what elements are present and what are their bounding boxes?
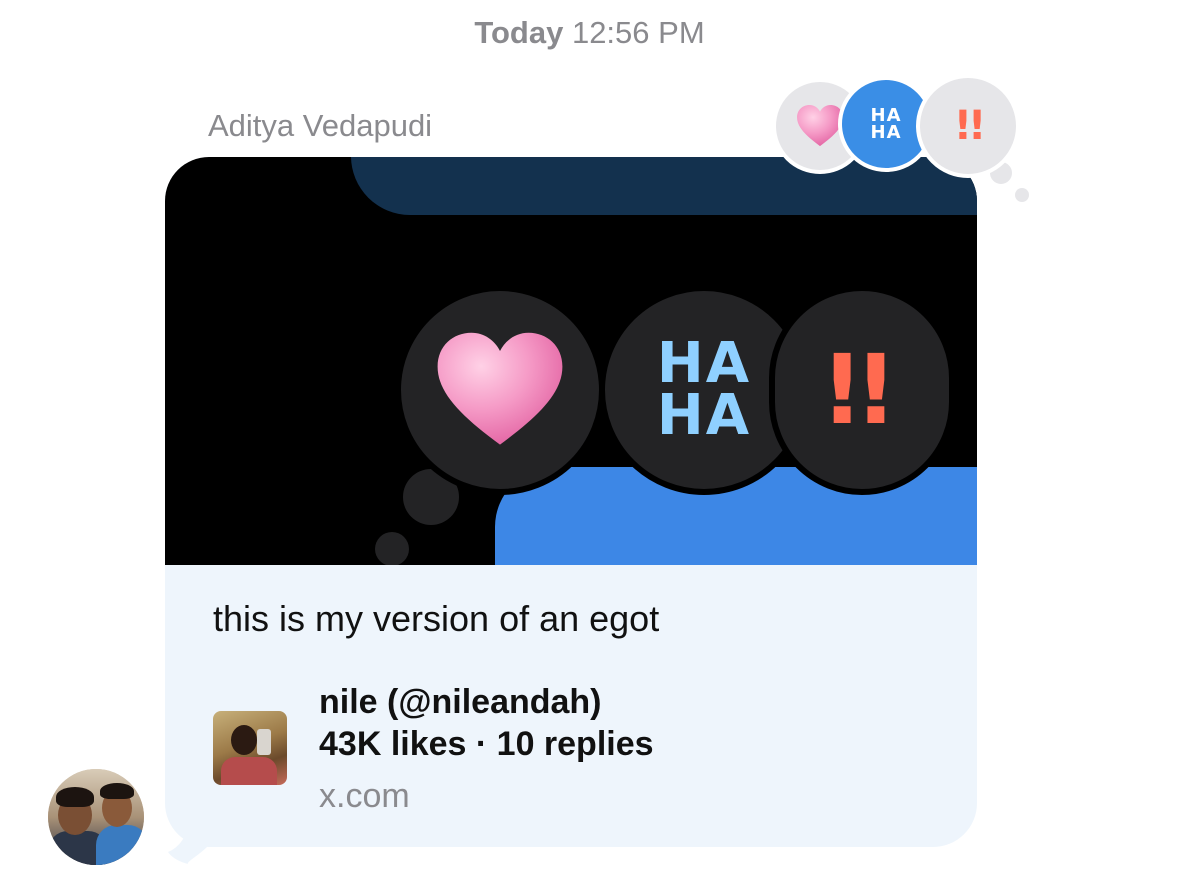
tapback-tail-dot-small <box>1015 188 1029 202</box>
heart-icon <box>437 332 563 445</box>
haha-icon: HA HA <box>656 336 752 448</box>
message-caption: this is my version of an egot <box>213 598 660 639</box>
tapback-reactions[interactable]: HA HA !! <box>772 74 1032 206</box>
messages-screen: Today 12:56 PM Aditya Vedapudi HA HA !! … <box>0 0 1179 872</box>
link-preview-image[interactable]: HA HA !! <box>165 157 977 565</box>
link-thumbnail <box>213 711 287 785</box>
thumb-phone <box>257 729 271 755</box>
double-exclamation-icon: !! <box>820 334 897 446</box>
timestamp-time: 12:56 PM <box>571 15 705 50</box>
double-exclamation-icon: !! <box>953 103 987 149</box>
sender-avatar[interactable] <box>48 769 144 865</box>
thumb-head <box>231 725 257 755</box>
avatar-person2-shirt <box>96 825 144 865</box>
thumb-body <box>221 757 277 785</box>
preview-heart-reaction <box>395 285 605 495</box>
message-bubble[interactable]: HA HA !! this is my version of an egot n… <box>165 157 977 847</box>
preview-haha-line2: HA <box>656 383 752 448</box>
preview-tail-dot-small <box>375 532 409 565</box>
avatar-person1-hair <box>56 787 94 807</box>
link-stats: 43K likes · 10 replies <box>319 725 654 763</box>
preview-emphasis-reaction: !! <box>769 285 955 495</box>
sender-name: Aditya Vedapudi <box>208 108 433 143</box>
tapback-emphasis[interactable]: !! <box>916 74 1020 178</box>
tapback-haha-line2: HA <box>870 122 902 143</box>
link-title: nile (@nileandah) <box>319 683 602 721</box>
haha-icon: HA HA <box>870 107 902 143</box>
link-domain: x.com <box>319 777 410 815</box>
pink-heart-icon <box>797 104 843 147</box>
conversation-timestamp: Today 12:56 PM <box>0 14 1179 52</box>
link-card[interactable]: nile (@nileandah) 43K likes · 10 replies… <box>213 681 933 821</box>
avatar-person2-hair <box>100 783 134 799</box>
bubble-tail <box>168 812 208 864</box>
timestamp-day: Today <box>474 15 564 50</box>
